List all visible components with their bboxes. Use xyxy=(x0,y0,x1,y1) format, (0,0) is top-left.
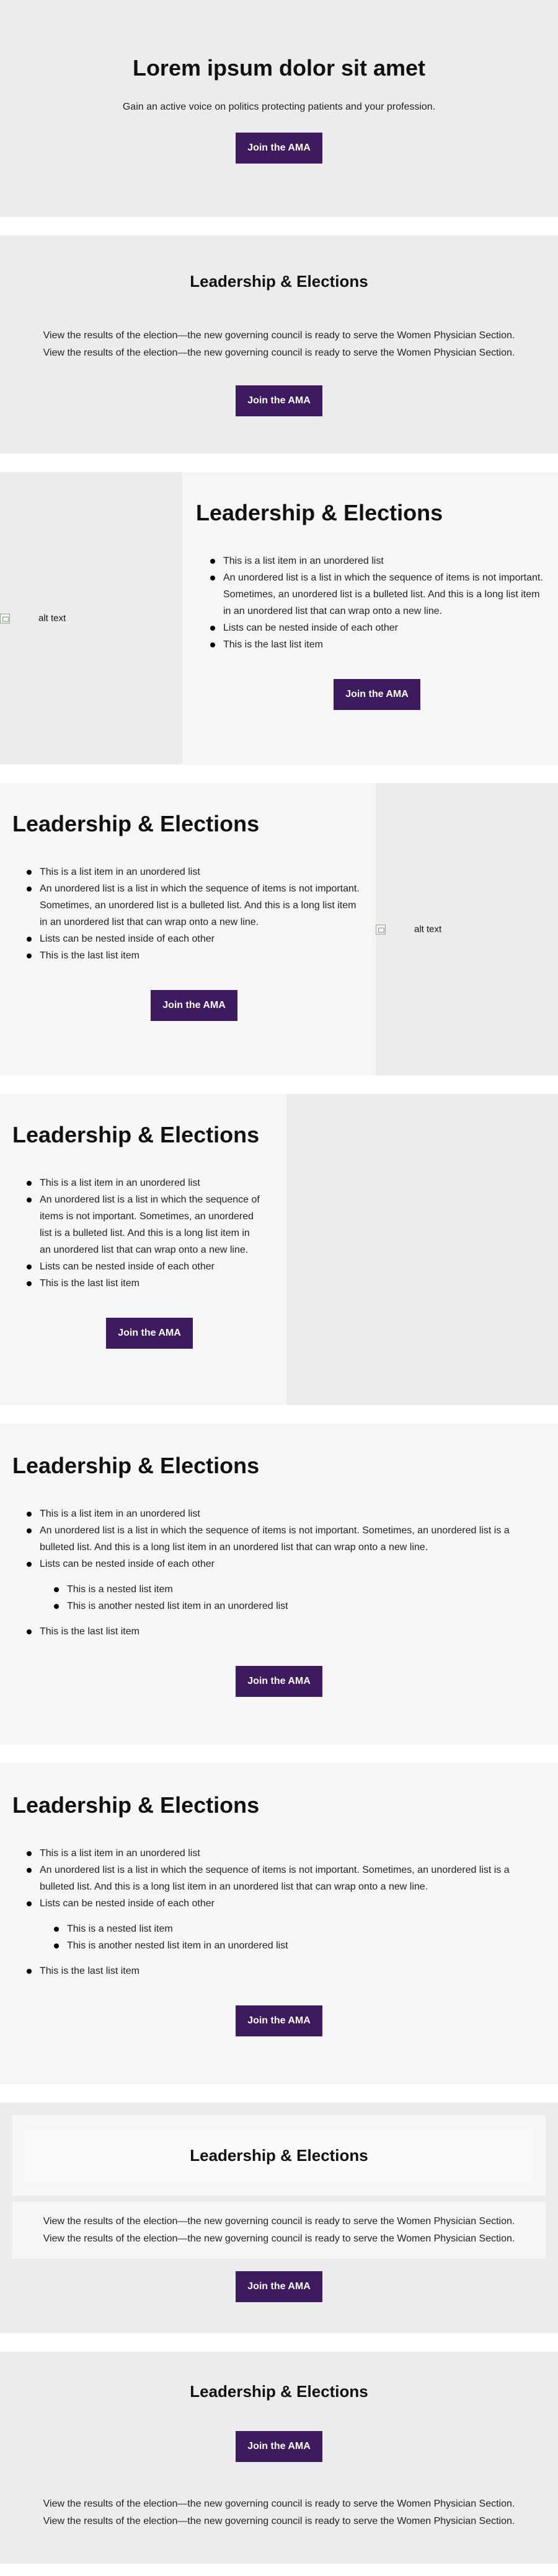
description-line: View the results of the election—the new… xyxy=(43,2499,515,2509)
nested-list-item: This is another nested list item in an u… xyxy=(53,1937,541,1954)
section-spacer xyxy=(0,453,558,472)
unordered-list: This is a list item in an unordered list… xyxy=(210,553,544,653)
section-spacer xyxy=(0,1076,558,1094)
text-panel: Leadership & Elections This is a list it… xyxy=(0,783,376,1076)
section-title: Leadership & Elections xyxy=(12,1792,260,1818)
broken-image: alt text xyxy=(376,924,441,935)
unordered-list: This is a list item in an unordered list… xyxy=(26,864,361,964)
join-ama-button[interactable]: Join the AMA xyxy=(236,1666,322,1697)
nested-list-item: This is a nested list item xyxy=(53,1581,541,1598)
button-wrap: Join the AMA xyxy=(0,1666,558,1697)
broken-image-icon xyxy=(376,924,386,934)
list-item: This is the last list item xyxy=(210,636,544,653)
join-ama-button[interactable]: Join the AMA xyxy=(334,679,420,710)
unordered-list: This is a list item in an unordered list… xyxy=(26,1505,541,1640)
list-item: An unordered list is a list in which the… xyxy=(26,1862,541,1895)
section-spacer xyxy=(0,764,558,783)
list-item: An unordered list is a list in which the… xyxy=(210,569,544,620)
description-box: View the results of the election—the new… xyxy=(12,2202,546,2259)
nested-list: This is a nested list item This is anoth… xyxy=(53,1921,541,1954)
section-title: Leadership & Elections xyxy=(190,272,368,291)
image-alt-text: alt text xyxy=(414,924,442,935)
image-alt-text: alt text xyxy=(38,613,66,624)
list-item: This is the last list item xyxy=(26,1623,541,1640)
join-ama-button[interactable]: Join the AMA xyxy=(236,2005,322,2036)
list-item-text: Lists can be nested inside of each other xyxy=(40,1898,215,1909)
list-item: An unordered list is a list in which the… xyxy=(26,880,361,931)
join-ama-button[interactable]: Join the AMA xyxy=(236,2271,322,2302)
list-item: This is a list item in an unordered list xyxy=(26,864,361,880)
leadership-centered-section: Leadership & Elections View the results … xyxy=(0,235,558,453)
text-with-panel-section: Leadership & Elections This is a list it… xyxy=(0,1094,558,1405)
section-description: View the results of the election—the new… xyxy=(25,327,533,362)
list-item: Lists can be nested inside of each other… xyxy=(26,1895,541,1954)
nested-list-item: This is another nested list item in an u… xyxy=(53,1598,541,1614)
text-panel: Leadership & Elections This is a list it… xyxy=(0,1094,286,1405)
list-item: This is a list item in an unordered list xyxy=(26,1845,541,1862)
button-wrap: Join the AMA xyxy=(0,2005,558,2036)
description-line: View the results of the election—the new… xyxy=(43,330,515,341)
list-item: Lists can be nested inside of each other xyxy=(210,620,544,636)
list-item: This is a list item in an unordered list xyxy=(210,553,544,569)
hero-subtitle: Gain an active voice on politics protect… xyxy=(122,102,436,112)
section-title: Leadership & Elections xyxy=(196,500,443,525)
section-spacer xyxy=(0,1745,558,1763)
section-spacer xyxy=(0,2333,558,2352)
description-line: View the results of the election—the new… xyxy=(43,2516,515,2526)
image-panel: alt text xyxy=(376,783,558,1076)
section-title: Leadership & Elections xyxy=(12,811,260,836)
broken-image-icon xyxy=(0,613,10,623)
join-ama-button[interactable]: Join the AMA xyxy=(236,2431,322,2462)
button-wrap: Join the AMA xyxy=(12,990,376,1021)
broken-image: alt text xyxy=(0,613,66,624)
section-spacer xyxy=(0,1405,558,1424)
section-title: Leadership & Elections xyxy=(12,1453,260,1478)
title-button-description-section: Leadership & Elections Join the AMA View… xyxy=(0,2352,558,2564)
list-item: This is a list item in an unordered list xyxy=(26,1505,541,1522)
section-title: Leadership & Elections xyxy=(190,2145,368,2165)
nested-list: This is a nested list item This is anoth… xyxy=(53,1581,541,1614)
button-wrap: Join the AMA xyxy=(12,1318,286,1349)
image-left-section: alt text Leadership & Elections This is … xyxy=(0,472,558,764)
nested-list-item: This is a nested list item xyxy=(53,1921,541,1937)
section-spacer xyxy=(0,217,558,235)
unordered-list: This is a list item in an unordered list… xyxy=(26,1175,262,1292)
title-box-inner: Leadership & Elections xyxy=(25,2127,533,2183)
section-spacer xyxy=(0,2084,558,2103)
join-ama-button[interactable]: Join the AMA xyxy=(106,1318,193,1349)
section-title: Leadership & Elections xyxy=(190,2382,368,2401)
section-title: Leadership & Elections xyxy=(12,1122,260,1147)
join-ama-button[interactable]: Join the AMA xyxy=(236,133,322,164)
unordered-list: This is a list item in an unordered list… xyxy=(26,1845,541,1979)
image-panel: alt text xyxy=(0,472,182,764)
list-item: Lists can be nested inside of each other xyxy=(26,931,361,947)
list-item: An unordered list is a list in which the… xyxy=(26,1522,541,1556)
hero-section: Lorem ipsum dolor sit amet Gain an activ… xyxy=(0,0,558,217)
description-line: View the results of the election—the new… xyxy=(43,2233,515,2244)
description-line: View the results of the election—the new… xyxy=(43,348,515,358)
list-item-text: Lists can be nested inside of each other xyxy=(40,1559,215,1569)
list-item: This is the last list item xyxy=(26,947,361,964)
join-ama-button[interactable]: Join the AMA xyxy=(236,385,322,416)
full-width-list-section: Leadership & Elections This is a list it… xyxy=(0,1424,558,1745)
button-wrap: Join the AMA xyxy=(196,679,558,710)
boxed-section: Leadership & Elections View the results … xyxy=(0,2103,558,2333)
list-item: Lists can be nested inside of each other xyxy=(26,1258,262,1275)
list-item: This is the last list item xyxy=(26,1275,262,1292)
hero-title: Lorem ipsum dolor sit amet xyxy=(132,55,426,81)
full-width-list-section: Leadership & Elections This is a list it… xyxy=(0,1763,558,2084)
title-box: Leadership & Elections xyxy=(12,2115,546,2196)
join-ama-button[interactable]: Join the AMA xyxy=(151,990,237,1021)
description-line: View the results of the election—the new… xyxy=(43,2216,515,2227)
list-item: Lists can be nested inside of each other… xyxy=(26,1556,541,1614)
grey-panel xyxy=(286,1094,558,1405)
list-item: An unordered list is a list in which the… xyxy=(26,1191,262,1258)
image-right-section: Leadership & Elections This is a list it… xyxy=(0,783,558,1076)
list-item: This is a list item in an unordered list xyxy=(26,1175,262,1191)
section-description: View the results of the election—the new… xyxy=(25,2495,533,2530)
list-item: This is the last list item xyxy=(26,1963,541,1979)
text-panel: Leadership & Elections This is a list it… xyxy=(182,472,558,764)
